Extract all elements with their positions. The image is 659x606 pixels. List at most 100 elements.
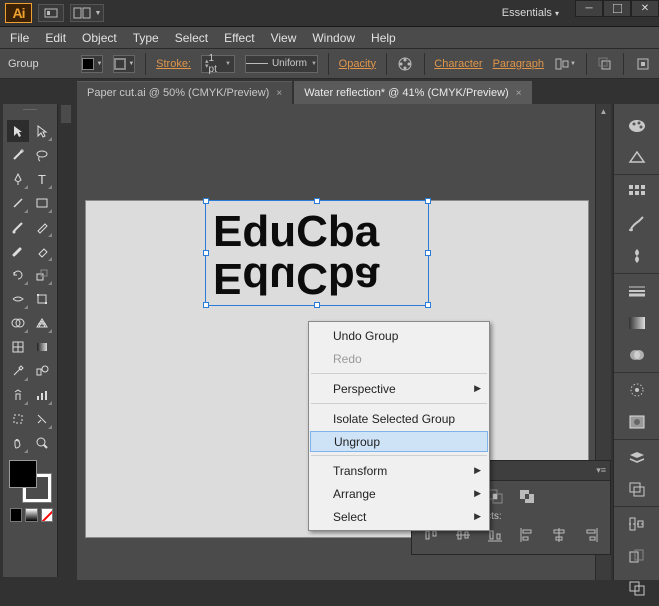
resize-handle-sw[interactable] [203, 302, 209, 308]
color-panel-icon[interactable] [625, 114, 649, 136]
menu-type[interactable]: Type [133, 31, 159, 45]
selection-tool[interactable] [7, 120, 29, 142]
resize-handle-e[interactable] [425, 250, 431, 256]
scale-tool[interactable] [31, 264, 53, 286]
color-mode-none[interactable] [41, 508, 53, 522]
workspace-switcher[interactable]: Essentials ▾ [502, 7, 565, 19]
zoom-tool[interactable] [31, 432, 53, 454]
fill-color-box[interactable] [9, 460, 37, 488]
swatches-panel-icon[interactable] [625, 181, 649, 203]
color-guide-panel-icon[interactable] [625, 146, 649, 168]
lasso-tool[interactable] [31, 144, 53, 166]
align-panel-icon[interactable] [625, 513, 649, 535]
pencil-tool[interactable] [31, 216, 53, 238]
character-panel-link[interactable]: Character [434, 58, 482, 70]
eraser-tool[interactable] [31, 240, 53, 262]
stroke-swatch[interactable]: ▼ [113, 55, 135, 73]
distribute-right-icon[interactable] [580, 526, 602, 544]
layers-panel-icon[interactable] [625, 446, 649, 468]
free-transform-tool[interactable] [31, 288, 53, 310]
hand-tool[interactable] [7, 432, 29, 454]
panel-menu-icon[interactable]: ▾≡ [596, 465, 606, 476]
ctx-undo-group[interactable]: Undo Group [309, 324, 489, 347]
ctx-arrange[interactable]: Arrange▶ [309, 482, 489, 505]
pathfinder-exclude-icon[interactable] [516, 487, 538, 505]
stroke-profile-select[interactable]: Uniform▼ [245, 55, 318, 73]
transform-panel-icon[interactable] [625, 545, 649, 567]
arrange-docs-button[interactable]: ▼ [70, 4, 104, 22]
ctx-isolate-group[interactable]: Isolate Selected Group [309, 407, 489, 430]
transform-panel-button[interactable] [597, 55, 614, 73]
color-mode-gradient[interactable] [25, 508, 37, 522]
mesh-tool[interactable] [7, 336, 29, 358]
width-tool[interactable] [7, 288, 29, 310]
slice-tool[interactable] [31, 408, 53, 430]
fill-stroke-control[interactable] [9, 460, 51, 502]
document-tab[interactable]: Paper cut.ai @ 50% (CMYK/Preview) × [77, 81, 292, 104]
panel-grip[interactable] [7, 109, 53, 117]
resize-handle-s[interactable] [314, 302, 320, 308]
opacity-panel-link[interactable]: Opacity [339, 58, 376, 70]
stroke-panel-link[interactable]: Stroke: [156, 58, 191, 70]
paragraph-panel-link[interactable]: Paragraph [493, 58, 544, 70]
rotate-tool[interactable] [7, 264, 29, 286]
distribute-hcenter-icon[interactable] [548, 526, 570, 544]
stroke-weight-input[interactable]: ▴▾ 1 pt ▼ [201, 55, 235, 73]
ctx-transform[interactable]: Transform▶ [309, 459, 489, 482]
bridge-button[interactable] [38, 4, 64, 22]
ctx-perspective[interactable]: Perspective▶ [309, 377, 489, 400]
symbol-sprayer-tool[interactable] [7, 384, 29, 406]
scroll-up-arrow[interactable]: ▲ [596, 104, 611, 118]
type-tool[interactable]: T [31, 168, 53, 190]
menu-object[interactable]: Object [82, 31, 117, 45]
pathfinder-panel-icon[interactable] [625, 577, 649, 599]
stroke-panel-icon[interactable] [625, 280, 649, 302]
window-close-button[interactable]: ✕ [631, 0, 659, 17]
pen-tool[interactable] [7, 168, 29, 190]
menu-help[interactable]: Help [371, 31, 396, 45]
appearance-panel-icon[interactable] [625, 379, 649, 401]
color-mode-solid[interactable] [10, 508, 22, 522]
close-icon[interactable]: × [276, 88, 282, 99]
selection-bounding-box[interactable] [205, 200, 429, 306]
brushes-panel-icon[interactable] [625, 213, 649, 235]
distribute-left-icon[interactable] [516, 526, 538, 544]
resize-handle-n[interactable] [314, 198, 320, 204]
fill-swatch[interactable]: ▼ [81, 55, 103, 73]
blob-brush-tool[interactable] [7, 240, 29, 262]
column-graph-tool[interactable] [31, 384, 53, 406]
paintbrush-tool[interactable] [7, 216, 29, 238]
blend-tool[interactable] [31, 360, 53, 382]
line-tool[interactable] [7, 192, 29, 214]
graphic-styles-panel-icon[interactable] [625, 411, 649, 433]
eyedropper-tool[interactable] [7, 360, 29, 382]
resize-handle-ne[interactable] [425, 198, 431, 204]
menu-effect[interactable]: Effect [224, 31, 254, 45]
menu-file[interactable]: File [10, 31, 29, 45]
menu-select[interactable]: Select [175, 31, 208, 45]
transparency-panel-icon[interactable] [625, 344, 649, 366]
ctx-select[interactable]: Select▶ [309, 505, 489, 528]
symbols-panel-icon[interactable] [625, 245, 649, 267]
magic-wand-tool[interactable] [7, 144, 29, 166]
artboards-panel-icon[interactable] [625, 478, 649, 500]
gradient-panel-icon[interactable] [625, 312, 649, 334]
direct-selection-tool[interactable] [31, 120, 53, 142]
gradient-tool[interactable] [31, 336, 53, 358]
rectangle-tool[interactable] [31, 192, 53, 214]
menu-edit[interactable]: Edit [45, 31, 66, 45]
resize-handle-se[interactable] [425, 302, 431, 308]
menu-view[interactable]: View [271, 31, 297, 45]
ctx-ungroup[interactable]: Ungroup [310, 431, 488, 452]
close-icon[interactable]: × [516, 88, 522, 99]
menu-window[interactable]: Window [312, 31, 355, 45]
window-minimize-button[interactable]: ─ [575, 0, 603, 17]
shape-builder-tool[interactable] [7, 312, 29, 334]
recolor-artwork-button[interactable] [397, 55, 414, 73]
artboard-tool[interactable] [7, 408, 29, 430]
window-maximize-button[interactable] [603, 0, 631, 17]
document-tab[interactable]: Water reflection* @ 41% (CMYK/Preview) × [294, 81, 531, 104]
align-panel-button[interactable]: ▼ [554, 55, 576, 73]
collapsed-dock-strip[interactable] [60, 104, 72, 124]
resize-handle-nw[interactable] [203, 198, 209, 204]
